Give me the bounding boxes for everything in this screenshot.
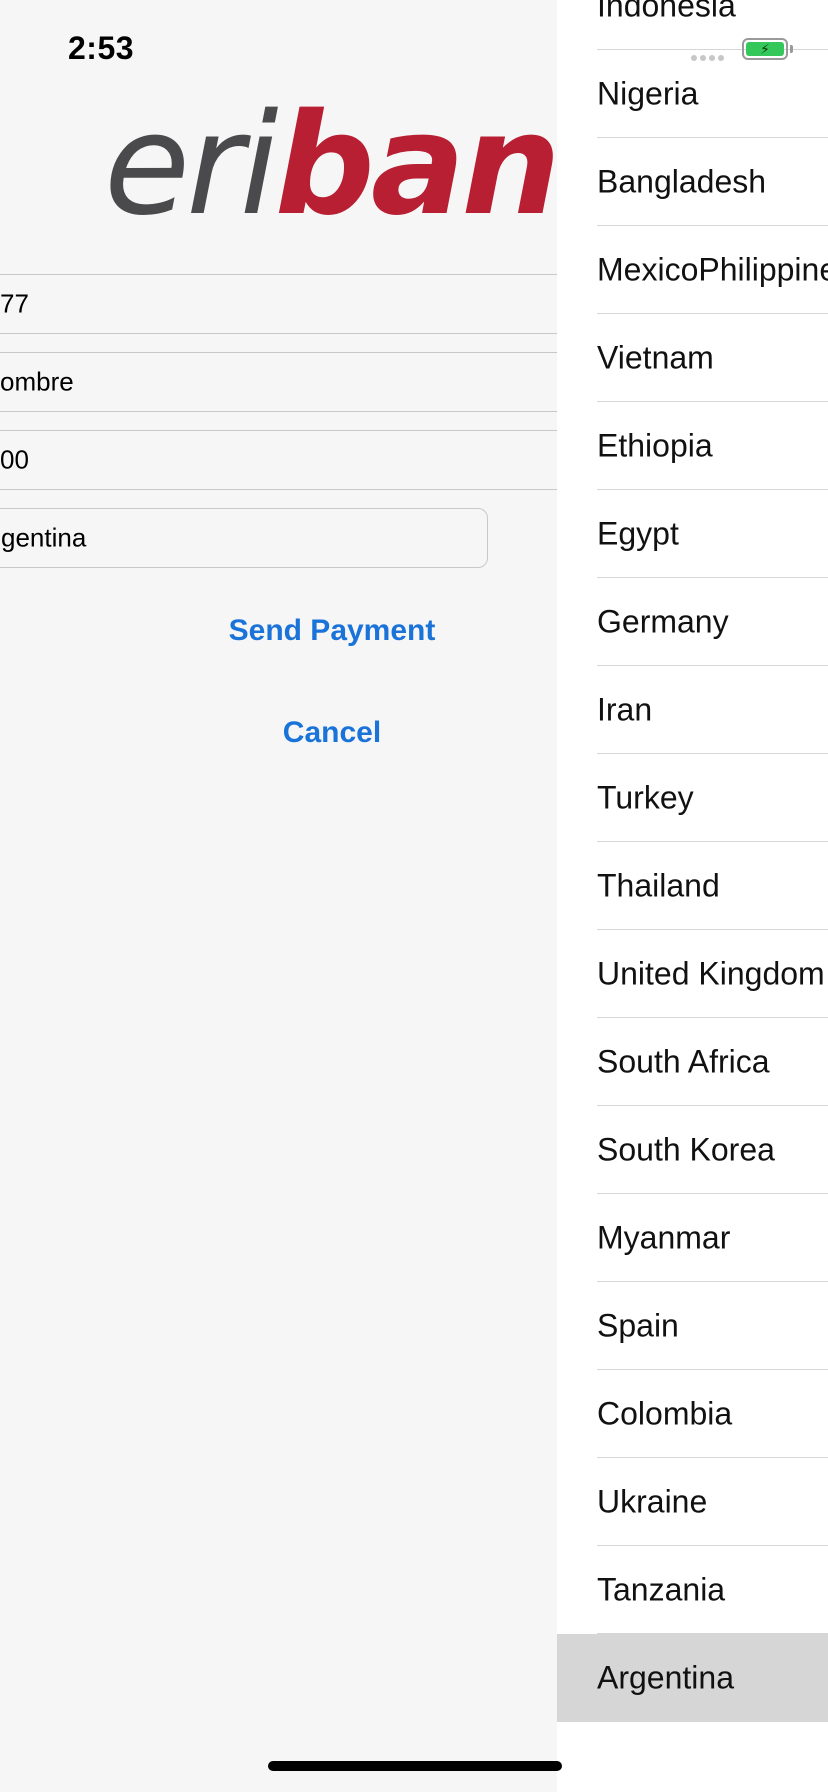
country-item-label: Vietnam — [597, 339, 714, 376]
country-item-label: Turkey — [597, 779, 694, 816]
country-field-value: gentina — [1, 522, 87, 553]
battery-tip — [790, 45, 793, 53]
country-item-thailand[interactable]: Thailand — [557, 842, 828, 930]
country-item-myanmar[interactable]: Myanmar — [557, 1194, 828, 1282]
country-item-united-kingdom[interactable]: United Kingdom — [557, 930, 828, 1018]
country-item-label: Egypt — [597, 515, 679, 552]
country-item-label: Spain — [597, 1307, 679, 1344]
country-item-south-korea[interactable]: South Korea — [557, 1106, 828, 1194]
country-item-iran[interactable]: Iran — [557, 666, 828, 754]
country-item-egypt[interactable]: Egypt — [557, 490, 828, 578]
country-item-label: Colombia — [597, 1395, 733, 1432]
country-item-label: Bangladesh — [597, 163, 767, 200]
country-item-nigeria[interactable]: Nigeria — [557, 50, 828, 138]
battery-charging-icon: ⚡ — [742, 38, 788, 60]
home-indicator[interactable] — [268, 1761, 562, 1771]
country-item-label: Ethiopia — [597, 427, 713, 464]
country-item-south-africa[interactable]: South Africa — [557, 1018, 828, 1106]
country-item-vietnam[interactable]: Vietnam — [557, 314, 828, 402]
country-item-label: Indonesia — [597, 0, 736, 24]
name-field-value: ombre — [0, 366, 74, 397]
country-item-colombia[interactable]: Colombia — [557, 1370, 828, 1458]
country-item-label: Myanmar — [597, 1219, 731, 1256]
name-field[interactable]: ombre — [0, 352, 558, 412]
country-item-turkey[interactable]: Turkey — [557, 754, 828, 842]
country-item-label: Ukraine — [597, 1483, 708, 1520]
country-item-bangladesh[interactable]: Bangladesh — [557, 138, 828, 226]
country-item-tanzania[interactable]: Tanzania — [557, 1546, 828, 1634]
country-field[interactable]: gentina — [0, 508, 488, 568]
country-item-label: Iran — [597, 691, 653, 728]
phone-field-value: 77 — [0, 288, 29, 319]
country-item-label: United Kingdom — [597, 955, 825, 992]
country-item-ethiopia[interactable]: Ethiopia — [557, 402, 828, 490]
signal-dots-icon — [691, 55, 724, 61]
country-item-label: Nigeria — [597, 75, 699, 112]
logo-text-eri: eri — [104, 84, 279, 247]
phone-field[interactable]: 77 — [0, 274, 558, 334]
country-item-label: South Africa — [597, 1043, 770, 1080]
country-item-label: South Korea — [597, 1131, 775, 1168]
country-item-spain[interactable]: Spain — [557, 1282, 828, 1370]
bolt-icon: ⚡ — [760, 41, 770, 57]
country-item-label: Argentina — [597, 1659, 734, 1696]
country-item-germany[interactable]: Germany — [557, 578, 828, 666]
country-list: Indonesia Nigeria Bangladesh MexicoPhili… — [557, 0, 828, 1722]
country-item-argentina-selected[interactable]: Argentina — [557, 1634, 828, 1722]
amount-field[interactable]: 00 — [0, 430, 558, 490]
amount-field-value: 00 — [0, 444, 29, 475]
country-item-ukraine[interactable]: Ukraine — [557, 1458, 828, 1546]
country-picker[interactable]: Indonesia Nigeria Bangladesh MexicoPhili… — [557, 0, 828, 1792]
country-item-mexicophilippines[interactable]: MexicoPhilippines — [557, 226, 828, 314]
country-item-label: Germany — [597, 603, 729, 640]
country-item-label: MexicoPhilippines — [597, 251, 828, 288]
country-item-label: Thailand — [597, 867, 720, 904]
status-time: 2:53 — [68, 30, 135, 66]
country-item-label: Tanzania — [597, 1571, 726, 1608]
